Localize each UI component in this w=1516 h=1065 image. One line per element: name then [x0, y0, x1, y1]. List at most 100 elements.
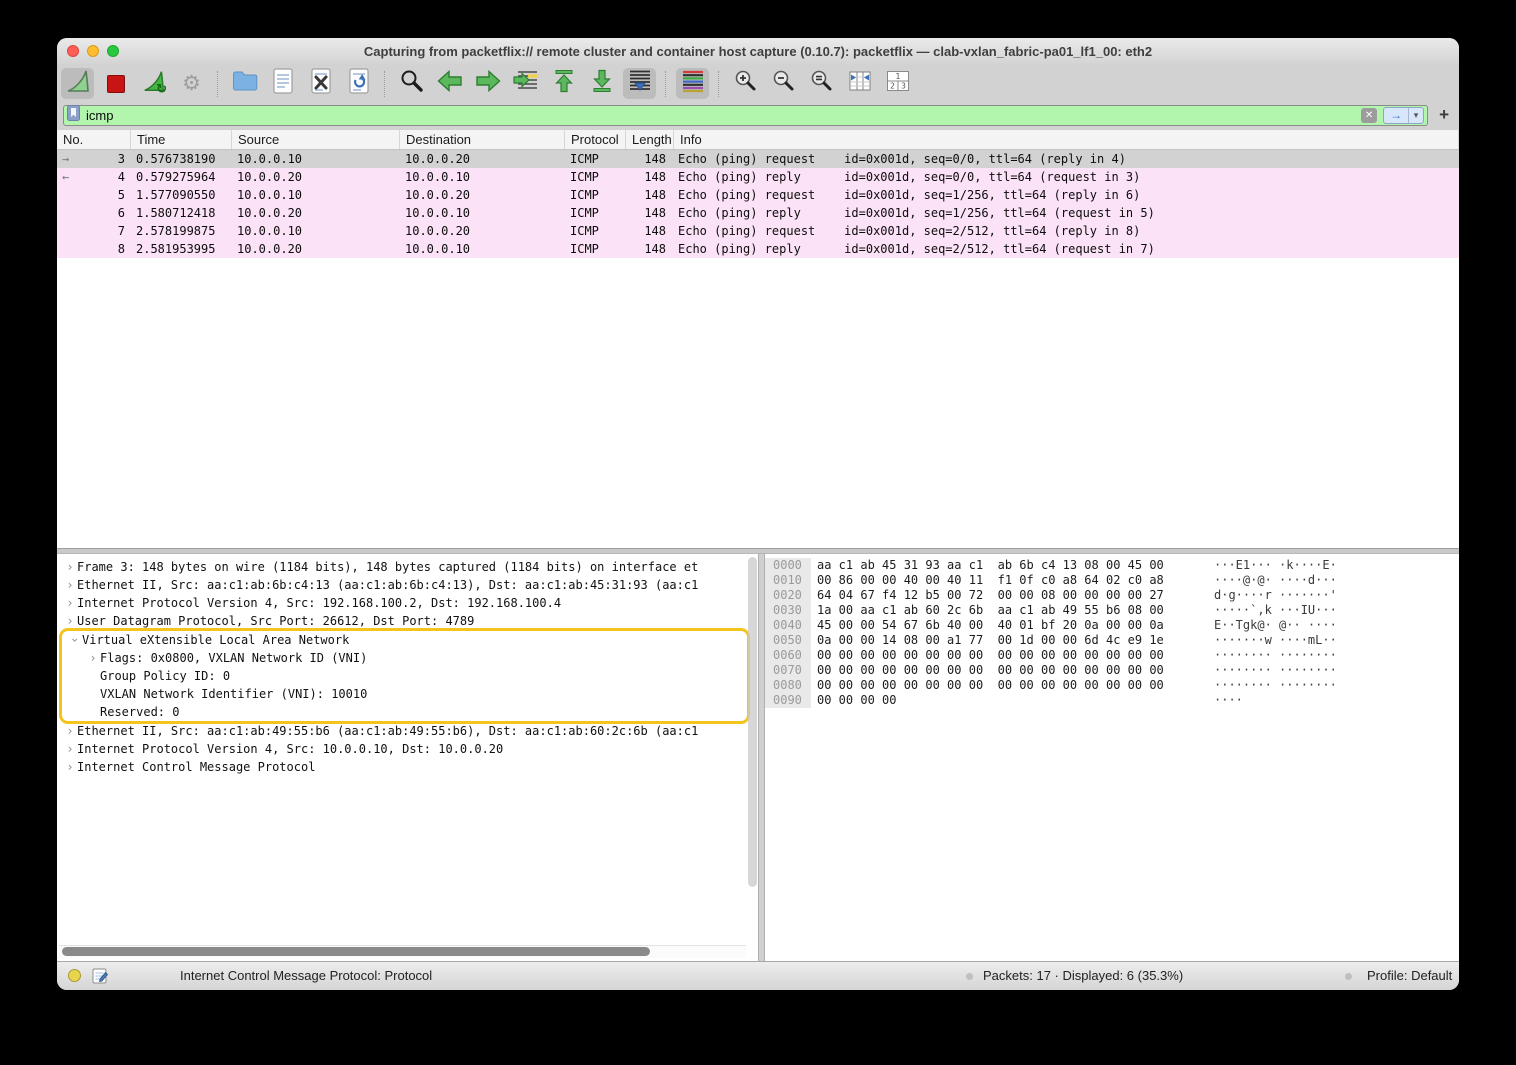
hex-row[interactable]: 009000 00 00 00···· — [765, 693, 1459, 708]
packet-row[interactable]: 6 1.580712418 10.0.0.20 10.0.0.10 ICMP 1… — [57, 204, 1459, 222]
hex-bytes[interactable]: 0a 00 00 14 08 00 a1 77 00 1d 00 00 6d 4… — [811, 633, 1163, 648]
go-to-packet-button[interactable] — [509, 68, 542, 99]
details-vertical-scrollbar[interactable] — [748, 557, 757, 887]
zoom-window-button[interactable] — [107, 45, 119, 57]
zoom-reset-button[interactable] — [805, 68, 838, 99]
hex-ascii[interactable]: d·g····r ·······' — [1163, 588, 1337, 603]
hex-bytes[interactable]: 00 00 00 00 00 00 00 00 00 00 00 00 00 0… — [811, 648, 1163, 663]
hex-ascii[interactable]: ········ ········ — [1163, 663, 1337, 678]
packet-row[interactable]: 7 2.578199875 10.0.0.10 10.0.0.20 ICMP 1… — [57, 222, 1459, 240]
capture-comment-icon[interactable] — [92, 968, 108, 987]
column-header[interactable]: No. — [57, 130, 131, 149]
column-header[interactable]: Time — [131, 130, 232, 149]
column-header[interactable]: Length — [626, 130, 674, 149]
hex-bytes[interactable]: 64 04 67 f4 12 b5 00 72 00 00 08 00 00 0… — [811, 588, 1163, 603]
expand-chevron-icon[interactable]: › — [63, 560, 77, 574]
hex-ascii[interactable]: ···E1··· ·k····E· — [1163, 558, 1337, 573]
hex-row[interactable]: 002064 04 67 f4 12 b5 00 72 00 00 08 00 … — [765, 588, 1459, 603]
last-packet-button[interactable] — [585, 68, 618, 99]
hex-ascii[interactable]: ········ ········ — [1163, 648, 1337, 663]
detail-row[interactable]: ›Internet Control Message Protocol — [57, 758, 758, 776]
reload-file-button[interactable] — [342, 68, 375, 99]
expand-chevron-icon[interactable]: › — [63, 724, 77, 738]
column-header[interactable]: Info — [674, 130, 1459, 149]
hex-bytes[interactable]: 00 86 00 00 40 00 40 11 f1 0f c0 a8 64 0… — [811, 573, 1163, 588]
previous-packet-button[interactable] — [433, 68, 466, 99]
column-header[interactable]: Source — [232, 130, 400, 149]
hex-bytes[interactable]: 00 00 00 00 00 00 00 00 00 00 00 00 00 0… — [811, 663, 1163, 678]
detail-row[interactable]: ›Frame 3: 148 bytes on wire (1184 bits),… — [57, 558, 758, 576]
open-file-button[interactable] — [228, 68, 261, 99]
scrollbar-thumb[interactable] — [62, 947, 650, 956]
layout-chooser-button[interactable]: 123 — [881, 68, 914, 99]
expert-info-icon[interactable] — [68, 969, 81, 982]
close-file-button[interactable] — [304, 68, 337, 99]
hex-bytes[interactable]: aa c1 ab 45 31 93 aa c1 ab 6b c4 13 08 0… — [811, 558, 1163, 573]
hex-bytes[interactable]: 00 00 00 00 00 00 00 00 00 00 00 00 00 0… — [811, 678, 1163, 693]
hex-bytes[interactable]: 00 00 00 00 — [811, 693, 1163, 708]
profile-selector[interactable]: Profile: Default — [1367, 968, 1452, 983]
detail-row[interactable]: ›Group Policy ID: 0 — [62, 667, 747, 685]
column-header[interactable]: Protocol — [565, 130, 626, 149]
resize-columns-button[interactable] — [843, 68, 876, 99]
close-window-button[interactable] — [67, 45, 79, 57]
packet-row[interactable]: ←4 0.579275964 10.0.0.20 10.0.0.10 ICMP … — [57, 168, 1459, 186]
colorize-packets-button[interactable] — [676, 68, 709, 99]
details-horizontal-scrollbar[interactable] — [59, 945, 746, 958]
filter-value[interactable]: icmp — [86, 108, 1355, 123]
hex-row[interactable]: 0000aa c1 ab 45 31 93 aa c1 ab 6b c4 13 … — [765, 558, 1459, 573]
hex-bytes[interactable]: 45 00 00 54 67 6b 40 00 40 01 bf 20 0a 0… — [811, 618, 1163, 633]
hex-ascii[interactable]: ···· — [1163, 693, 1243, 708]
expand-chevron-icon[interactable]: › — [63, 760, 77, 774]
add-filter-button[interactable]: + — [1435, 105, 1453, 125]
zoom-in-button[interactable] — [729, 68, 762, 99]
detail-row[interactable]: ›Reserved: 0 — [62, 703, 747, 721]
hex-row[interactable]: 006000 00 00 00 00 00 00 00 00 00 00 00 … — [765, 648, 1459, 663]
auto-scroll-button[interactable] — [623, 68, 656, 99]
find-packet-button[interactable] — [395, 68, 428, 99]
stop-capture-button[interactable] — [99, 68, 132, 99]
detail-row[interactable]: ›Internet Protocol Version 4, Src: 192.1… — [57, 594, 758, 612]
hex-ascii[interactable]: ·····`,k ···IU··· — [1163, 603, 1337, 618]
expand-chevron-icon[interactable]: › — [63, 578, 77, 592]
capture-options-button[interactable]: ⚙ — [175, 68, 208, 99]
column-header[interactable]: Destination — [400, 130, 565, 149]
detail-row[interactable]: ›Ethernet II, Src: aa:c1:ab:49:55:b6 (aa… — [57, 722, 758, 740]
next-packet-button[interactable] — [471, 68, 504, 99]
restart-capture-button[interactable]: ↻ — [137, 68, 170, 99]
hex-ascii[interactable]: ·······w ····mL·· — [1163, 633, 1337, 648]
hex-ascii[interactable]: ····@·@· ····d··· — [1163, 573, 1337, 588]
hex-row[interactable]: 001000 86 00 00 40 00 40 11 f1 0f c0 a8 … — [765, 573, 1459, 588]
apply-filter-button[interactable]: → — [1384, 108, 1408, 123]
hex-row[interactable]: 008000 00 00 00 00 00 00 00 00 00 00 00 … — [765, 678, 1459, 693]
expand-chevron-icon[interactable]: › — [86, 651, 100, 665]
hex-row[interactable]: 00301a 00 aa c1 ab 60 2c 6b aa c1 ab 49 … — [765, 603, 1459, 618]
expand-chevron-icon[interactable]: › — [63, 614, 77, 628]
hex-bytes[interactable]: 1a 00 aa c1 ab 60 2c 6b aa c1 ab 49 55 b… — [811, 603, 1163, 618]
expand-chevron-icon[interactable]: › — [63, 596, 77, 610]
hex-row[interactable]: 004045 00 00 54 67 6b 40 00 40 01 bf 20 … — [765, 618, 1459, 633]
detail-row[interactable]: ›Ethernet II, Src: aa:c1:ab:6b:c4:13 (aa… — [57, 576, 758, 594]
filter-dropdown-caret[interactable]: ▾ — [1408, 108, 1423, 123]
detail-row[interactable]: ›Virtual eXtensible Local Area Network — [62, 631, 747, 649]
save-file-button[interactable] — [266, 68, 299, 99]
expand-chevron-icon[interactable]: › — [63, 742, 77, 756]
first-packet-button[interactable] — [547, 68, 580, 99]
bookmark-icon[interactable] — [67, 105, 80, 126]
packet-row[interactable]: 5 1.577090550 10.0.0.10 10.0.0.20 ICMP 1… — [57, 186, 1459, 204]
packet-row[interactable]: →3 0.576738190 10.0.0.10 10.0.0.20 ICMP … — [57, 150, 1459, 168]
packet-row[interactable]: 8 2.581953995 10.0.0.20 10.0.0.10 ICMP 1… — [57, 240, 1459, 258]
display-filter-input[interactable]: icmp ✕ →▾ — [63, 105, 1428, 126]
start-capture-button[interactable] — [61, 68, 94, 99]
detail-row[interactable]: ›Flags: 0x0800, VXLAN Network ID (VNI) — [62, 649, 747, 667]
clear-filter-button[interactable]: ✕ — [1361, 108, 1377, 123]
minimize-window-button[interactable] — [87, 45, 99, 57]
hex-row[interactable]: 007000 00 00 00 00 00 00 00 00 00 00 00 … — [765, 663, 1459, 678]
hex-row[interactable]: 00500a 00 00 14 08 00 a1 77 00 1d 00 00 … — [765, 633, 1459, 648]
zoom-out-button[interactable] — [767, 68, 800, 99]
hex-ascii[interactable]: ········ ········ — [1163, 678, 1337, 693]
hex-ascii[interactable]: E··Tgk@· @·· ···· — [1163, 618, 1337, 633]
detail-row[interactable]: ›Internet Protocol Version 4, Src: 10.0.… — [57, 740, 758, 758]
expand-chevron-icon[interactable]: › — [68, 633, 82, 647]
detail-row[interactable]: ›VXLAN Network Identifier (VNI): 10010 — [62, 685, 747, 703]
